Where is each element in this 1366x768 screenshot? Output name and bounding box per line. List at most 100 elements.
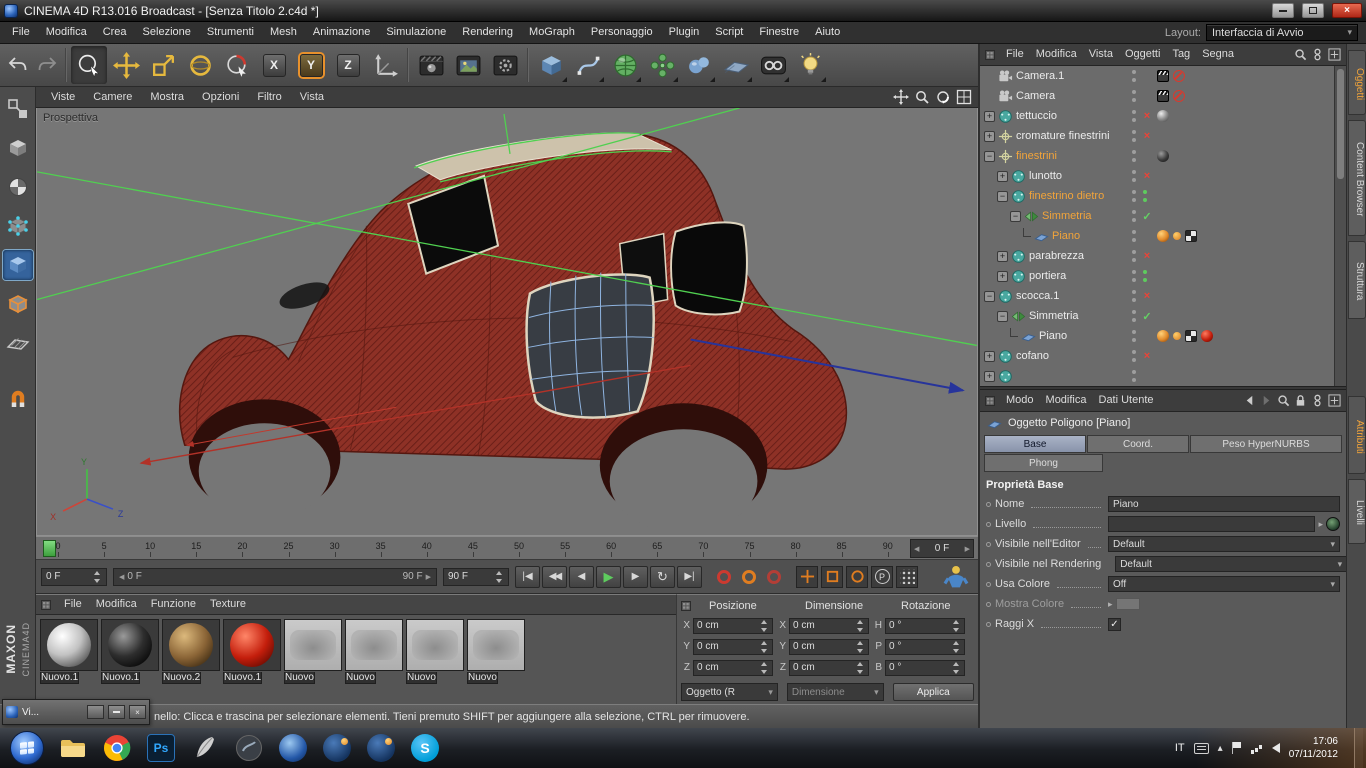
network-icon[interactable] (1251, 743, 1263, 754)
expand-minus-icon[interactable]: − (984, 151, 995, 162)
cinema4d-taskbar-icon[interactable] (319, 730, 355, 766)
stepper-icon[interactable] (952, 619, 961, 633)
state-x-icon[interactable]: × (1141, 290, 1153, 302)
start-frame-field[interactable]: 0 F (41, 568, 107, 586)
toggle-view-button[interactable] (956, 89, 972, 105)
object-tree-scrollbar[interactable] (1334, 66, 1346, 386)
orbit-button[interactable] (935, 89, 951, 105)
render-settings-button[interactable] (487, 46, 523, 84)
skype-icon[interactable]: S (407, 730, 443, 766)
dropdown-corner-icon[interactable] (821, 77, 826, 82)
frame-increment-icon[interactable] (962, 543, 973, 554)
menu-mesh[interactable]: Mesh (262, 22, 305, 43)
expand-minus-icon[interactable]: − (984, 291, 995, 302)
tab-peso-hypernurbs[interactable]: Peso HyperNURBS (1190, 435, 1342, 453)
tab-coord[interactable]: Coord. (1087, 435, 1189, 453)
workplane-button[interactable] (3, 328, 33, 358)
om-menu-tag[interactable]: Tag (1166, 44, 1196, 65)
expand-plus-icon[interactable]: + (984, 131, 995, 142)
prev-frame-button[interactable] (569, 566, 594, 588)
coord-system-button[interactable] (367, 46, 403, 84)
dropdown-corner-icon[interactable] (710, 77, 715, 82)
object-row-piano[interactable]: Piano (980, 226, 1346, 246)
record-rotation-button[interactable] (846, 566, 868, 588)
frame-decrement-icon[interactable] (911, 543, 922, 554)
state-greendots-icon[interactable] (1141, 269, 1148, 283)
menu-modifica[interactable]: Modifica (38, 22, 95, 43)
add-sky-button[interactable] (755, 46, 791, 84)
noslash-tag-icon[interactable] (1173, 70, 1185, 82)
side-tab-content-browser[interactable]: Content Browser (1348, 120, 1366, 236)
viewport-menu-viste[interactable]: Viste (42, 87, 84, 107)
expand-plus-icon[interactable]: + (984, 371, 995, 382)
axis-z-button[interactable]: Z (330, 46, 366, 84)
stepper-icon[interactable] (760, 661, 769, 675)
checker-tag-icon[interactable] (1185, 230, 1197, 242)
add-panel-icon[interactable] (1328, 394, 1341, 407)
visibility-dots-icon[interactable] (1130, 249, 1137, 263)
link-icon[interactable] (1311, 48, 1324, 61)
hidden-icons-icon[interactable] (1218, 742, 1223, 754)
language-indicator[interactable]: IT (1175, 742, 1185, 754)
menu-aiuto[interactable]: Aiuto (807, 22, 848, 43)
axis-y-button[interactable]: Y (293, 46, 329, 84)
record-keyframe-button[interactable] (714, 567, 734, 587)
texball-tag-icon[interactable] (1157, 110, 1169, 122)
matball-tag-icon[interactable] (1157, 330, 1169, 342)
blue-orb-app-icon[interactable] (275, 730, 311, 766)
visibility-dots-icon[interactable] (1130, 149, 1137, 163)
stepper-icon[interactable] (495, 570, 504, 584)
menu-selezione[interactable]: Selezione (135, 22, 199, 43)
dropdown-corner-icon[interactable] (784, 77, 789, 82)
visibility-dots-icon[interactable] (1130, 89, 1137, 103)
texture-mode-button[interactable] (3, 172, 33, 202)
menu-file[interactable]: File (4, 22, 38, 43)
film-tag-icon[interactable] (1157, 70, 1169, 82)
axis-x-button[interactable]: X (256, 46, 292, 84)
om-menu-segna[interactable]: Segna (1196, 44, 1240, 65)
redo-button[interactable] (33, 46, 61, 84)
attr-menu-dati-utente[interactable]: Dati Utente (1093, 390, 1160, 411)
right-arrow-icon[interactable] (1108, 598, 1113, 610)
visibility-dots-icon[interactable] (1130, 109, 1137, 123)
move-button[interactable] (108, 46, 144, 84)
feather-app-icon[interactable] (187, 730, 223, 766)
coords-field[interactable]: 0 ° (885, 618, 965, 634)
layer-field[interactable] (1108, 516, 1315, 532)
panel-grid-icon[interactable] (985, 50, 995, 60)
coords-field[interactable]: 0 cm (693, 618, 773, 634)
dropdown-usa-colore[interactable]: Off (1108, 576, 1340, 592)
material-menu-texture[interactable]: Texture (203, 595, 253, 614)
menu-finestre[interactable]: Finestre (751, 22, 807, 43)
floating-mini-window[interactable]: Vi... × (2, 699, 150, 725)
material-item[interactable]: Nuovo.1 (101, 619, 159, 684)
door-window-wireframe[interactable] (527, 273, 654, 418)
add-metaball-button[interactable] (681, 46, 717, 84)
object-row-portiera[interactable]: +portiera (980, 266, 1346, 286)
menu-script[interactable]: Script (707, 22, 751, 43)
material-menu-file[interactable]: File (57, 595, 89, 614)
coords-field[interactable]: 0 cm (789, 660, 869, 676)
object-row-finestrino-dietro[interactable]: −finestrino dietro (980, 186, 1346, 206)
record-pla-button[interactable] (896, 566, 918, 588)
stepper-icon[interactable] (856, 640, 865, 654)
menu-crea[interactable]: Crea (95, 22, 135, 43)
anim-dot-icon[interactable] (986, 562, 991, 567)
object-row-cofano[interactable]: +cofano× (980, 346, 1346, 366)
coords-field[interactable]: 0 cm (789, 639, 869, 655)
right-arrow-icon[interactable] (1318, 518, 1323, 530)
current-frame-marker[interactable] (43, 540, 56, 557)
color-swatch[interactable] (1116, 598, 1140, 610)
matdot-tag-icon[interactable] (1173, 332, 1181, 340)
layer-browser-icon[interactable] (1326, 517, 1340, 531)
object-row-camera-1[interactable]: Camera.1 (980, 66, 1346, 86)
stepper-icon[interactable] (760, 619, 769, 633)
side-tab-struttura[interactable]: Struttura (1348, 241, 1366, 319)
material-item[interactable]: Nuovo (284, 619, 342, 684)
add-floor-button[interactable] (718, 46, 754, 84)
live-selection-button[interactable] (71, 46, 107, 84)
chrome-icon[interactable] (99, 730, 135, 766)
checker-tag-icon[interactable] (1185, 330, 1197, 342)
state-x-icon[interactable]: × (1141, 350, 1153, 362)
anim-dot-icon[interactable] (986, 502, 991, 507)
